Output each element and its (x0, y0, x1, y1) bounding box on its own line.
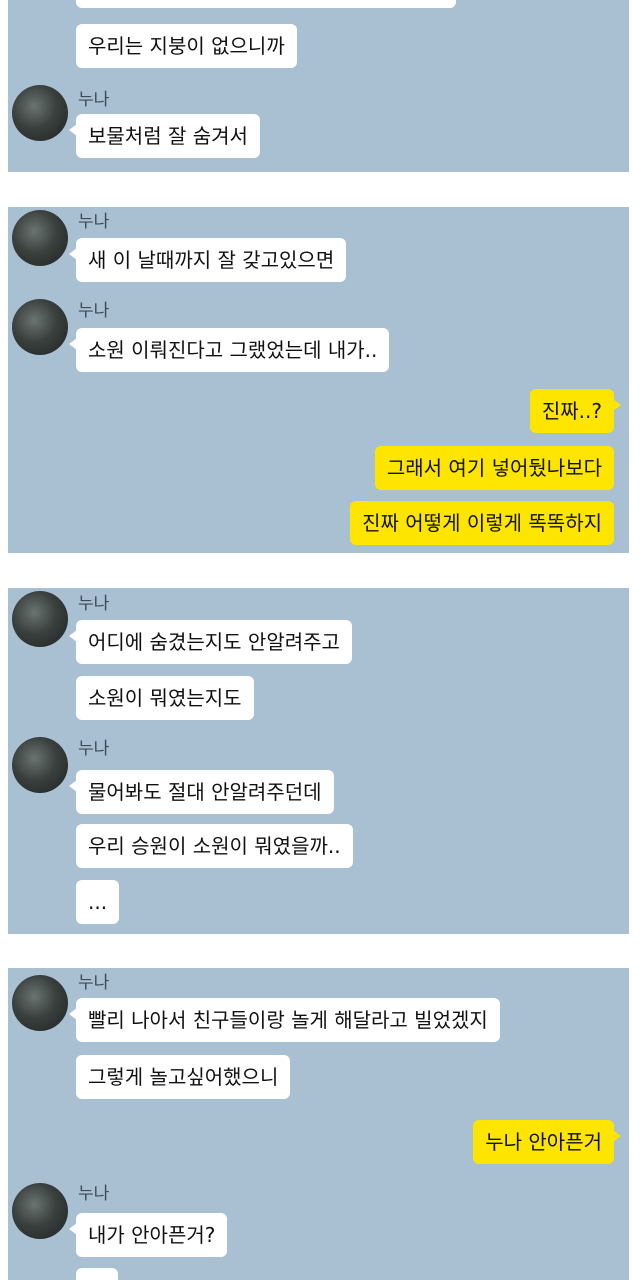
sender-name: 누나 (78, 739, 110, 759)
message-bubble: 어디에 숨겼는지도 안알려주고 (69, 620, 352, 664)
message-bubble: 소원 이뤄진다고 그랬었는데 내가.. (68, 328, 390, 372)
avatar[interactable] (12, 1183, 68, 1239)
message-bubble: ... (76, 880, 120, 924)
sender-name: 누나 (78, 212, 110, 232)
chat-panel-2: 누나 새 이 날때까지 잘 갖고있으면 누나 소원 이뤄진다고 그랬었는데 내가… (8, 207, 629, 553)
avatar[interactable] (12, 737, 68, 793)
chat-panel-1: 우리는 지붕이 없으니까 누나 보물처럼 잘 숨겨서 (8, 0, 629, 172)
avatar[interactable] (12, 299, 68, 355)
sender-name: 누나 (78, 594, 110, 614)
message-bubble: 응 (76, 1268, 119, 1280)
chat-panel-4: 누나 빨리 나아서 친구들이랑 놀게 해달라고 빌었겠지 그렇게 놀고싶어했으니… (8, 968, 629, 1280)
message-bubble: 내가 안아픈거? (68, 1213, 228, 1257)
sender-name: 누나 (78, 90, 110, 110)
message-bubble: 그렇게 놀고싶어했으니 (76, 1055, 291, 1099)
avatar[interactable] (12, 85, 68, 141)
message-bubble: 새 이 날때까지 잘 갖고있으면 (68, 238, 347, 282)
message-bubble: 우리는 지붕이 없으니까 (76, 24, 297, 68)
message-bubble: 빨리 나아서 친구들이랑 놀게 해달라고 빌었겠지 (69, 998, 500, 1042)
my-message-bubble: 진짜 어떻게 이렇게 똑똑하지 (350, 501, 614, 545)
message-bubble: 물어봐도 절대 안알려주던데 (69, 770, 334, 814)
message-bubble (76, 0, 456, 8)
message-bubble: 우리 승원이 소원이 뭐였을까.. (76, 824, 353, 868)
avatar[interactable] (12, 591, 68, 647)
avatar[interactable] (12, 210, 68, 266)
sender-name: 누나 (78, 301, 110, 321)
my-message-bubble: 진짜..? (529, 389, 622, 433)
message-bubble: 소원이 뭐였는지도 (76, 676, 254, 720)
message-bubble: 보물처럼 잘 숨겨서 (69, 114, 260, 158)
sender-name: 누나 (78, 973, 110, 993)
avatar[interactable] (12, 975, 68, 1031)
sender-name: 누나 (78, 1184, 110, 1204)
my-message-bubble: 누나 안아픈거 (473, 1120, 621, 1164)
chat-panel-3: 누나 어디에 숨겼는지도 안알려주고 소원이 뭐였는지도 누나 물어봐도 절대 … (8, 588, 629, 934)
my-message-bubble: 그래서 여기 넣어뒀나보다 (374, 446, 614, 490)
